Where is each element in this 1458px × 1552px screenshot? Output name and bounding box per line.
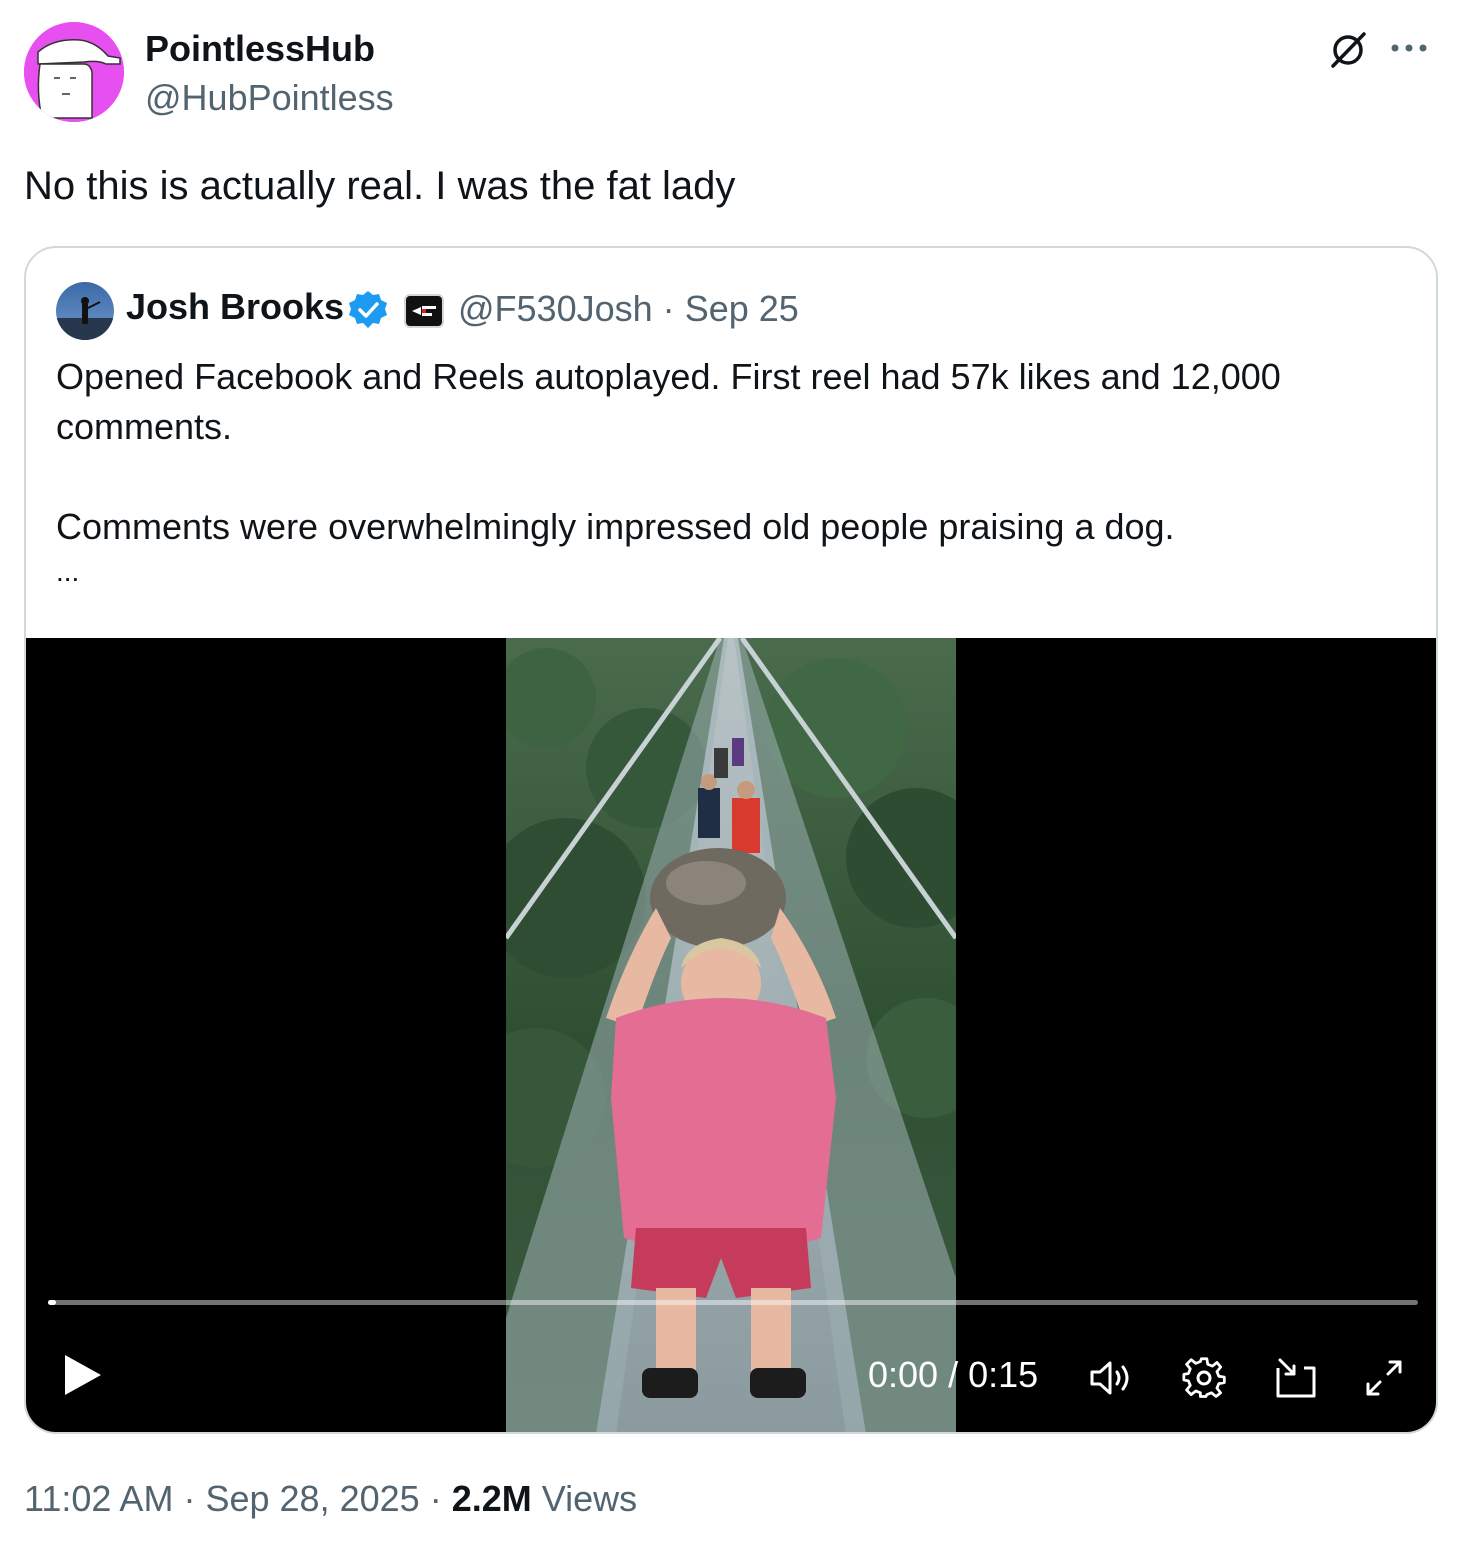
quoted-author-avatar[interactable]	[56, 282, 114, 340]
quoted-author-name[interactable]: Josh Brooks	[126, 286, 344, 328]
quoted-post[interactable]: Josh Brooks @F530Josh · Sep 25 Opened Fa…	[24, 246, 1438, 1434]
author-avatar[interactable]	[24, 22, 124, 122]
quoted-handle[interactable]: @F530Josh	[458, 288, 653, 329]
settings-icon[interactable]	[1176, 1350, 1232, 1406]
time-separator: /	[948, 1354, 959, 1395]
quoted-truncation: ...	[56, 556, 80, 587]
quoted-paragraph-2: Comments were overwhelmingly impressed o…	[56, 506, 1175, 547]
author-handle[interactable]: @HubPointless	[145, 77, 394, 119]
separator: ·	[183, 1478, 196, 1519]
views-label: Views	[541, 1478, 638, 1519]
author-name[interactable]: PointlessHub	[145, 28, 375, 70]
video-frame	[506, 638, 956, 1432]
volume-icon[interactable]	[1084, 1350, 1140, 1406]
affiliate-badge-icon[interactable]	[404, 294, 444, 328]
play-icon[interactable]	[56, 1348, 110, 1402]
video-time: 0:00 / 0:15	[868, 1354, 1038, 1396]
post-text: No this is actually real. I was the fat …	[24, 164, 736, 208]
post-meta: 11:02 AM · Sep 28, 2025 · 2.2M Views	[24, 1478, 637, 1520]
separator: ·	[662, 288, 675, 329]
grok-icon[interactable]	[1324, 26, 1372, 74]
current-time: 0:00	[868, 1354, 939, 1395]
quoted-text: Opened Facebook and Reels autoplayed. Fi…	[56, 352, 1396, 592]
video-progress-fill	[48, 1300, 57, 1305]
video-player[interactable]: 0:00 / 0:15	[26, 638, 1436, 1432]
fullscreen-icon[interactable]	[1356, 1350, 1412, 1406]
post-date[interactable]: Sep 28, 2025	[205, 1478, 419, 1519]
views-count: 2.2M	[451, 1478, 532, 1519]
quoted-handle-line: @F530Josh · Sep 25	[458, 288, 799, 330]
separator: ·	[429, 1478, 442, 1519]
pip-icon[interactable]	[1268, 1350, 1324, 1406]
duration: 0:15	[968, 1354, 1039, 1395]
quoted-paragraph-1: Opened Facebook and Reels autoplayed. Fi…	[56, 356, 1291, 447]
post-header: PointlessHub @HubPointless	[24, 22, 1434, 122]
video-progress-bar[interactable]	[48, 1300, 1418, 1305]
post-time[interactable]: 11:02 AM	[24, 1478, 173, 1519]
verified-badge-icon	[346, 288, 390, 332]
quoted-date[interactable]: Sep 25	[685, 288, 799, 329]
more-options-icon[interactable]	[1384, 26, 1434, 70]
